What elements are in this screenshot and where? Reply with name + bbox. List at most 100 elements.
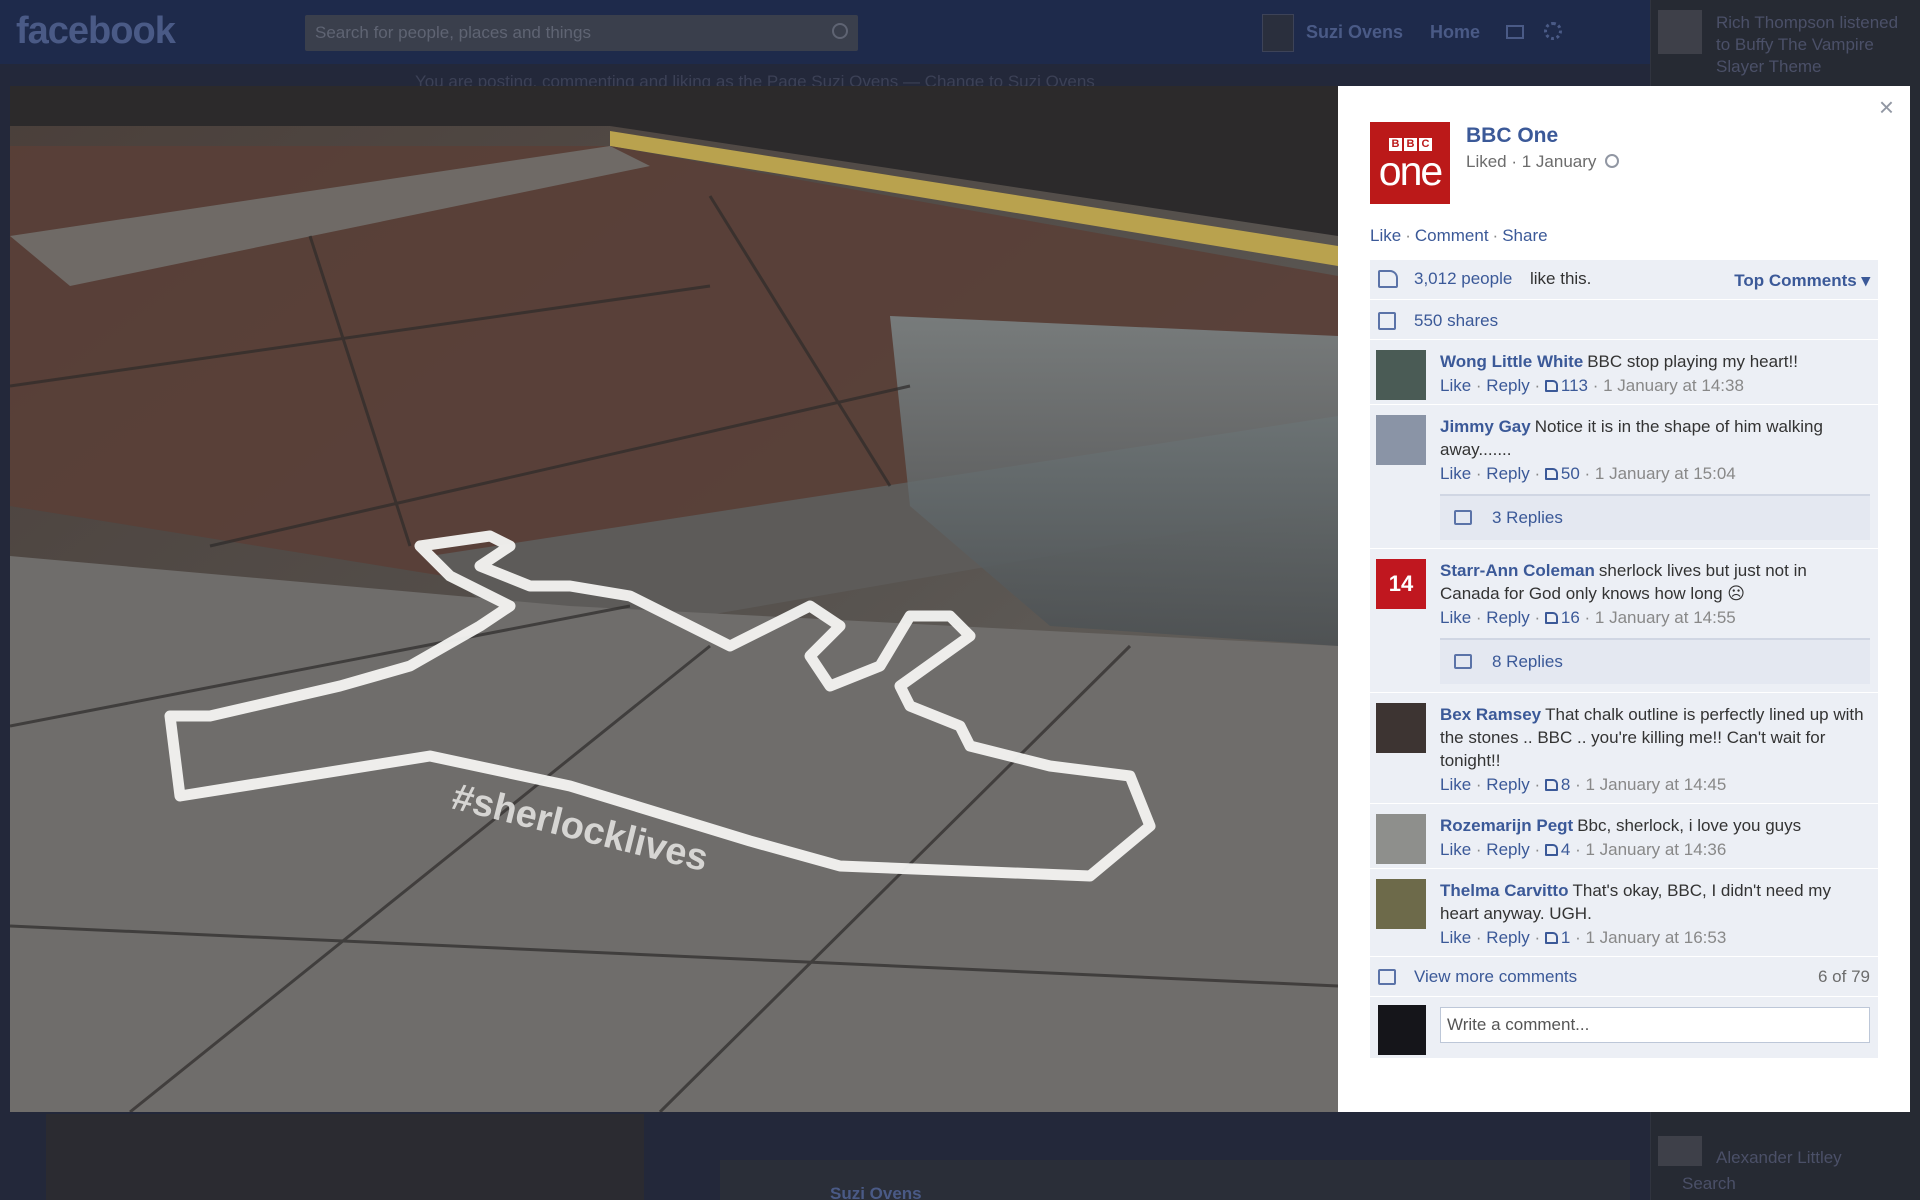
commenter-avatar[interactable]: 14 bbox=[1376, 559, 1426, 609]
close-icon[interactable]: × bbox=[1879, 92, 1894, 123]
comment-meta: Like · Reply · 4 · 1 January at 14:36 bbox=[1440, 840, 1727, 859]
commenter-avatar[interactable] bbox=[1376, 879, 1426, 929]
comment-icon bbox=[1378, 969, 1396, 985]
replies-toggle[interactable]: 8 Replies bbox=[1440, 638, 1870, 684]
comment-meta: Like · Reply · 16 · 1 January at 14:55 bbox=[1440, 608, 1736, 627]
globe-icon bbox=[1605, 154, 1620, 168]
comment-text: BBC stop playing my heart!! bbox=[1587, 352, 1798, 371]
bbc-one-avatar[interactable]: B B C one bbox=[1370, 122, 1450, 204]
comment-body: Wong Little White BBC stop playing my hea… bbox=[1440, 350, 1868, 373]
comment-like-link[interactable]: Like bbox=[1440, 464, 1471, 483]
background-post-author: Suzi Ovens bbox=[830, 1184, 922, 1200]
profile-avatar[interactable] bbox=[1262, 14, 1294, 52]
comment-reply-link[interactable]: Reply bbox=[1486, 608, 1529, 627]
comment-text: Bbc, sherlock, i love you guys bbox=[1577, 816, 1802, 835]
comment-timestamp[interactable]: 1 January at 15:04 bbox=[1595, 464, 1736, 483]
comment-like-count[interactable]: 1 bbox=[1561, 928, 1570, 947]
post-meta: Liked · 1 January bbox=[1466, 152, 1620, 172]
chat-search[interactable]: Search bbox=[1682, 1174, 1736, 1194]
comment-timestamp[interactable]: 1 January at 14:45 bbox=[1585, 775, 1726, 794]
comment-author-link[interactable]: Bex Ramsey bbox=[1440, 705, 1541, 724]
search-placeholder: Search for people, places and things bbox=[315, 23, 591, 42]
commenter-avatar[interactable] bbox=[1376, 703, 1426, 753]
comment-like-count[interactable]: 8 bbox=[1561, 775, 1570, 794]
comment-timestamp[interactable]: 1 January at 14:36 bbox=[1585, 840, 1726, 859]
post-meta-text: Liked · 1 January bbox=[1466, 152, 1597, 171]
comment-item: Wong Little White BBC stop playing my hea… bbox=[1370, 340, 1878, 405]
commenter-avatar[interactable] bbox=[1376, 415, 1426, 465]
shares-row: 550 shares bbox=[1370, 300, 1878, 340]
shares-count-link[interactable]: 550 shares bbox=[1414, 311, 1498, 331]
chat-avatar[interactable] bbox=[1658, 1136, 1702, 1166]
comment-reply-link[interactable]: Reply bbox=[1486, 775, 1529, 794]
reply-icon bbox=[1454, 510, 1472, 525]
comment-author-link[interactable]: Jimmy Gay bbox=[1440, 417, 1531, 436]
friend-requests-icon[interactable] bbox=[1506, 25, 1524, 39]
likes-suffix: like this. bbox=[1530, 269, 1592, 288]
search-icon[interactable] bbox=[832, 23, 848, 39]
share-action[interactable]: Share bbox=[1502, 226, 1547, 245]
comment-item: 14 Starr-Ann Coleman sherlock lives but ju… bbox=[1370, 549, 1878, 693]
search-input[interactable]: Search for people, places and things bbox=[305, 15, 858, 51]
comment-like-link[interactable]: Like bbox=[1440, 608, 1471, 627]
comment-body: Rozemarijn Pegt Bbc, sherlock, i love you… bbox=[1440, 814, 1868, 837]
comment-like-link[interactable]: Like bbox=[1440, 376, 1471, 395]
thumbs-up-icon bbox=[1378, 270, 1398, 288]
comment-like-link[interactable]: Like bbox=[1440, 775, 1471, 794]
comment-author-link[interactable]: Rozemarijn Pegt bbox=[1440, 816, 1573, 835]
view-more-comments-link[interactable]: View more comments bbox=[1414, 967, 1577, 987]
replies-toggle[interactable]: 3 Replies bbox=[1440, 494, 1870, 540]
comment-body: Starr-Ann Coleman sherlock lives but just… bbox=[1440, 559, 1868, 605]
photo-viewer-sidebar: × B B C one BBC One Liked · 1 January Li… bbox=[1338, 86, 1910, 1112]
comment-like-count[interactable]: 50 bbox=[1561, 464, 1580, 483]
likes-count-link[interactable]: 3,012 people bbox=[1414, 269, 1512, 289]
comment-item: Thelma Carvitto That's okay, BBC, I didn'… bbox=[1370, 869, 1878, 957]
top-comments-dropdown[interactable]: Top Comments ▾ bbox=[1734, 271, 1870, 291]
page-name-link[interactable]: BBC One bbox=[1466, 124, 1558, 148]
replies-count-link[interactable]: 3 Replies bbox=[1492, 508, 1563, 528]
comment-body: Bex Ramsey That chalk outline is perfectl… bbox=[1440, 703, 1868, 772]
comment-pager-count: 6 of 79 bbox=[1818, 967, 1870, 986]
comment-author-link[interactable]: Wong Little White bbox=[1440, 352, 1583, 371]
like-action[interactable]: Like bbox=[1370, 226, 1401, 245]
comment-like-link[interactable]: Like bbox=[1440, 928, 1471, 947]
comment-author-link[interactable]: Starr-Ann Coleman bbox=[1440, 561, 1595, 580]
ticker-story[interactable]: Rich Thompson listened to Buffy The Vamp… bbox=[1716, 12, 1916, 78]
comment-action[interactable]: Comment bbox=[1415, 226, 1489, 245]
avatar-jersey-number: 14 bbox=[1388, 571, 1414, 596]
comment-like-link[interactable]: Like bbox=[1440, 840, 1471, 859]
viewer-photo[interactable]: #sherlocklives bbox=[10, 86, 1338, 1112]
comment-author-link[interactable]: Thelma Carvitto bbox=[1440, 881, 1568, 900]
comment-meta: Like · Reply · 113 · 1 January at 14:38 bbox=[1440, 376, 1744, 395]
commenter-avatar[interactable] bbox=[1376, 350, 1426, 400]
comment-meta: Like · Reply · 1 · 1 January at 16:53 bbox=[1440, 928, 1727, 947]
sherlock-chalk-outline-photo: #sherlocklives bbox=[10, 86, 1338, 1112]
facebook-logo[interactable]: facebook bbox=[16, 10, 176, 53]
comment-reply-link[interactable]: Reply bbox=[1486, 376, 1529, 395]
comment-timestamp[interactable]: 1 January at 16:53 bbox=[1585, 928, 1726, 947]
comment-like-count[interactable]: 113 bbox=[1561, 376, 1588, 395]
comment-reply-link[interactable]: Reply bbox=[1486, 928, 1529, 947]
comment-timestamp[interactable]: 1 January at 14:38 bbox=[1603, 376, 1744, 395]
comment-meta: Like · Reply · 8 · 1 January at 14:45 bbox=[1440, 775, 1727, 794]
home-link[interactable]: Home bbox=[1430, 22, 1480, 43]
commenter-avatar[interactable] bbox=[1376, 814, 1426, 864]
comment-like-count[interactable]: 4 bbox=[1561, 840, 1570, 859]
comment-like-count[interactable]: 16 bbox=[1561, 608, 1580, 627]
thumbs-up-icon bbox=[1544, 932, 1558, 944]
background-cover-photo bbox=[46, 1114, 644, 1200]
replies-count-link[interactable]: 8 Replies bbox=[1492, 652, 1563, 672]
comment-item: Rozemarijn Pegt Bbc, sherlock, i love you… bbox=[1370, 804, 1878, 869]
chat-contact-name[interactable]: Alexander Littley bbox=[1716, 1148, 1842, 1168]
comment-timestamp[interactable]: 1 January at 14:55 bbox=[1595, 608, 1736, 627]
profile-name-link[interactable]: Suzi Ovens bbox=[1306, 22, 1403, 43]
ticker-avatar[interactable] bbox=[1658, 10, 1702, 54]
settings-gear-icon[interactable] bbox=[1544, 22, 1562, 40]
comment-body: Thelma Carvitto That's okay, BBC, I didn'… bbox=[1440, 879, 1868, 925]
write-comment-input[interactable] bbox=[1440, 1007, 1870, 1043]
comment-reply-link[interactable]: Reply bbox=[1486, 464, 1529, 483]
feedback-box: 3,012 people like this. Top Comments ▾ 5… bbox=[1370, 260, 1878, 1059]
comment-item: Bex Ramsey That chalk outline is perfectl… bbox=[1370, 693, 1878, 804]
comment-reply-link[interactable]: Reply bbox=[1486, 840, 1529, 859]
comment-list: Wong Little White BBC stop playing my hea… bbox=[1370, 340, 1878, 957]
